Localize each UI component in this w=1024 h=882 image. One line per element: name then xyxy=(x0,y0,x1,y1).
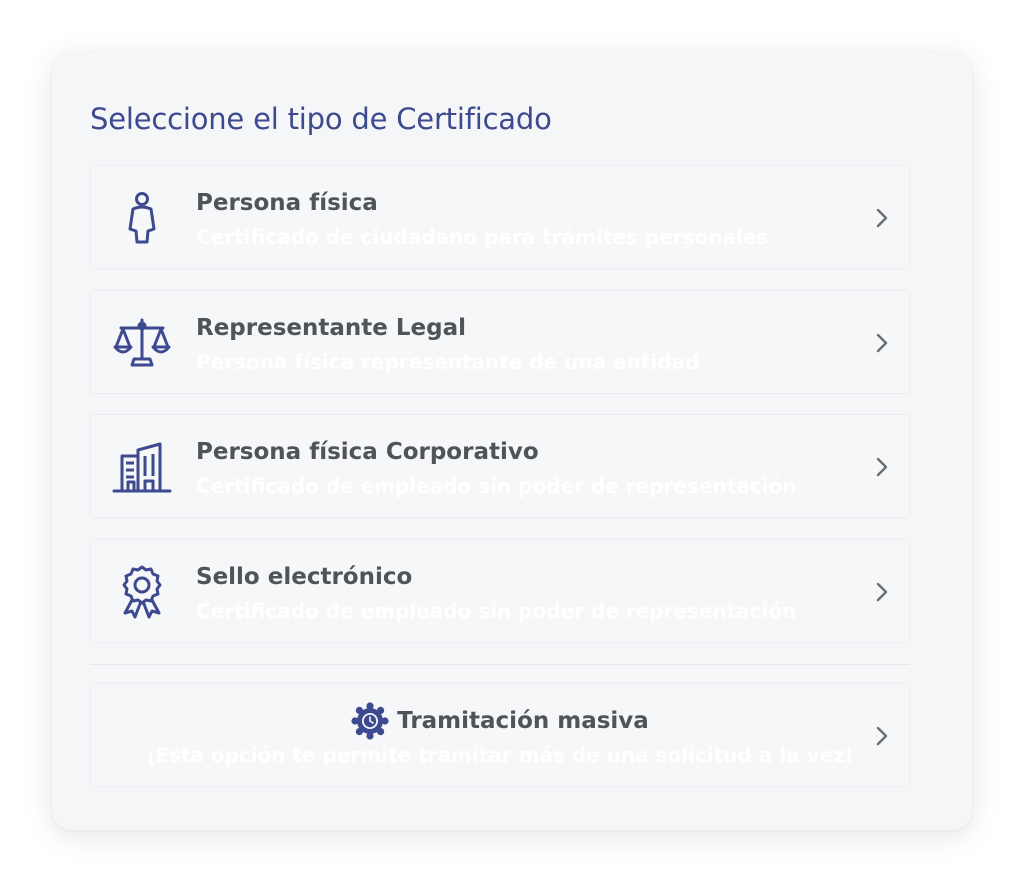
option-title: Tramitación masiva xyxy=(397,708,649,734)
option-sello-electronico[interactable]: Sello electrónico Certificado de emplead… xyxy=(90,539,910,643)
chevron-right-icon xyxy=(869,204,895,232)
page-title: Seleccione el tipo de Certificado xyxy=(90,102,552,136)
section-divider xyxy=(90,664,910,665)
chevron-right-icon xyxy=(869,453,895,481)
building-icon xyxy=(111,437,173,497)
option-tramitacion-masiva[interactable]: Tramitación masiva ¡Esta opción te permi… xyxy=(90,683,910,787)
option-subtitle: Certificado de empleado sin poder de rep… xyxy=(196,474,797,498)
option-subtitle: Certificado de empleado sin poder de rep… xyxy=(196,599,797,623)
option-subtitle: Persona física representante de una enti… xyxy=(196,350,700,374)
option-persona-fisica-corporativo[interactable]: Persona física Corporativo Certificado d… xyxy=(90,414,910,518)
option-title: Persona física Corporativo xyxy=(196,439,539,465)
award-seal-icon xyxy=(111,562,173,622)
chevron-right-icon xyxy=(869,329,895,357)
chevron-right-icon xyxy=(869,578,895,606)
option-representante-legal[interactable]: Representante Legal Persona física repre… xyxy=(90,290,910,394)
option-title: Representante Legal xyxy=(196,315,466,341)
scales-icon xyxy=(111,313,173,373)
gear-clock-icon xyxy=(351,702,389,740)
certificate-selection-card: Seleccione el tipo de Certificado Person… xyxy=(52,52,972,830)
option-title: Persona física xyxy=(196,190,378,216)
person-icon xyxy=(111,188,173,248)
option-subtitle: Certificado de ciudadano para trámites p… xyxy=(196,225,769,249)
option-title: Sello electrónico xyxy=(196,564,413,590)
chevron-right-icon xyxy=(869,722,895,750)
option-persona-fisica[interactable]: Persona física Certificado de ciudadano … xyxy=(90,165,910,269)
option-subtitle: ¡Esta opción te permite tramitar más de … xyxy=(146,743,854,767)
